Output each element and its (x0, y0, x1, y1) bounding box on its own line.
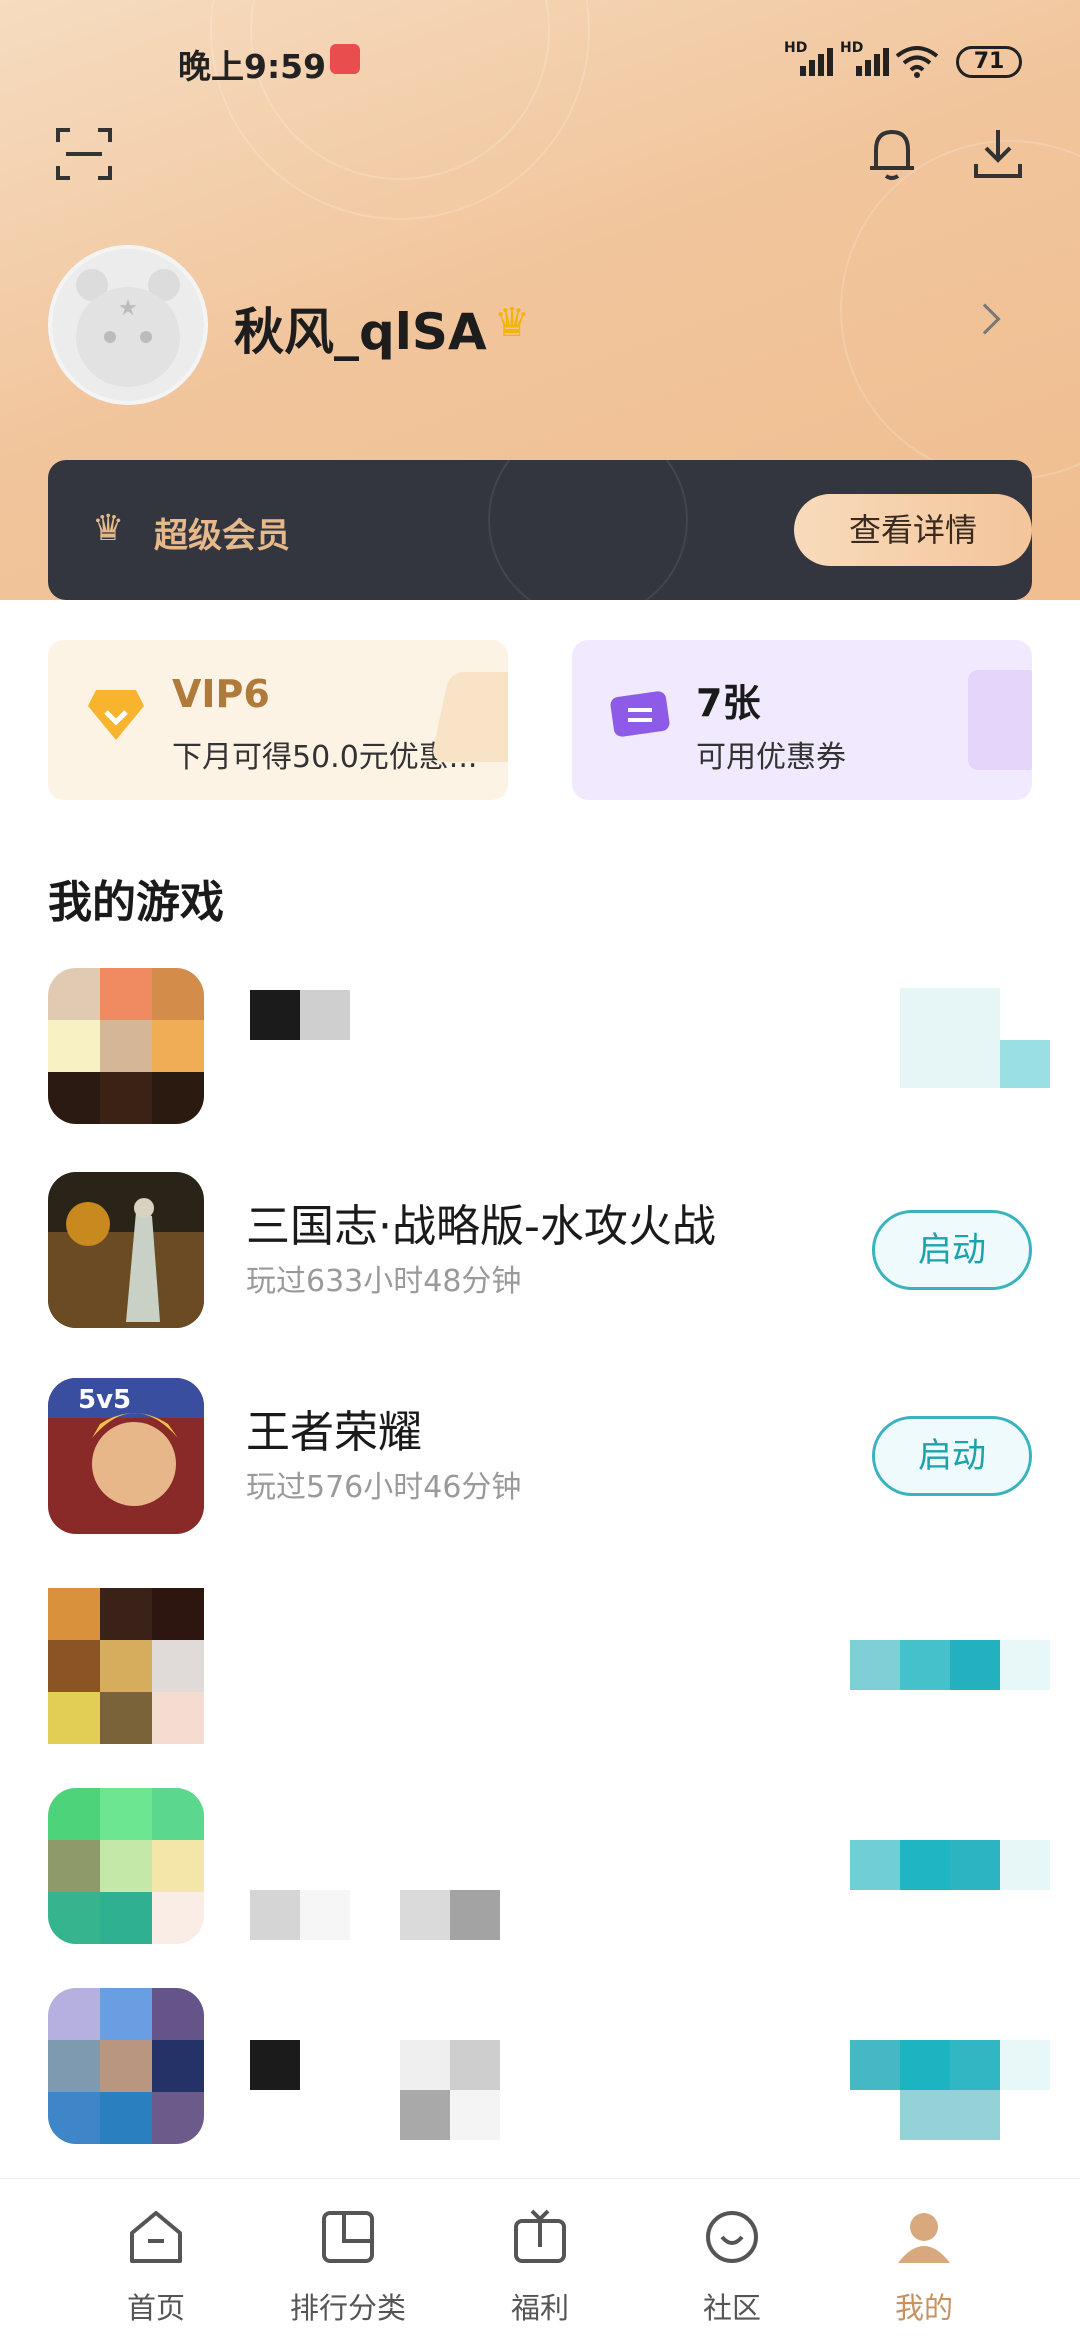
crown-icon: ♛ (494, 300, 530, 346)
game-row[interactable] (48, 1588, 1050, 1746)
decor-ring (840, 140, 1080, 480)
battery-icon: 71 (956, 46, 1022, 78)
section-title: 我的游戏 (48, 877, 224, 928)
pixelated-block (400, 2090, 450, 2140)
game-row[interactable] (48, 1988, 1050, 2146)
pixelated-block (250, 990, 300, 1040)
game-row[interactable] (48, 1788, 1050, 1946)
nav-label-community: 社区 (702, 2291, 761, 2325)
pixelated-block (950, 1840, 1000, 1890)
vip-crown-icon: ♛ (92, 508, 125, 549)
nav-item-ranking[interactable]: 排行分类 (248, 2179, 448, 2341)
pixelated-block (400, 1890, 450, 1940)
profile-header: 晚上9:59 HD HD 71 ★ 秋风_qlSA ♛ ♛ 超级会员 查看详情 (0, 0, 1080, 640)
coupon-subtitle: 可用优惠券 (696, 740, 846, 775)
status-bar: 晚上9:59 HD HD 71 (0, 40, 1080, 90)
coupon-count: 7张 (696, 681, 761, 725)
pixelated-block (900, 2090, 1000, 2140)
pixelated-block (950, 1640, 1000, 1690)
play-time: 玩过633小时48分钟 (246, 1264, 522, 1299)
coupon-card[interactable]: 7张 可用优惠券 (572, 640, 1032, 800)
pixelated-block (450, 2090, 500, 2140)
play-time: 玩过576小时46分钟 (246, 1470, 522, 1505)
bottom-nav: 首页 排行分类 福利 社区 我的 (0, 2178, 1080, 2340)
pixelated-block (450, 2040, 500, 2090)
avatar-bear-icon: ★ (76, 269, 180, 387)
home-icon (130, 2211, 182, 2263)
game-icon[interactable] (48, 968, 204, 1124)
game-icon[interactable]: 5v5 (48, 1378, 204, 1534)
pixelated-block (300, 990, 350, 1040)
svg-text:★: ★ (118, 296, 138, 321)
nav-item-profile[interactable]: 我的 (824, 2179, 1024, 2341)
vip-level-subtitle: 下月可得50.0元优惠... (172, 740, 478, 775)
game-name: 王者荣耀 (246, 1407, 422, 1458)
pixelated-block (1000, 1840, 1050, 1890)
nav-item-community[interactable]: 社区 (632, 2179, 832, 2341)
decor-ring (488, 460, 688, 600)
card-decor (968, 670, 1032, 770)
launch-button[interactable]: 启动 (872, 1416, 1032, 1496)
game-icon[interactable] (48, 1988, 204, 2144)
decor-ring (210, 0, 590, 220)
profile-icon (898, 2213, 950, 2263)
pixelated-block (300, 1890, 350, 1940)
pixelated-block (400, 2040, 450, 2090)
pixelated-block (250, 1890, 300, 1940)
username[interactable]: 秋风_qlSA (234, 292, 487, 364)
gift-icon (514, 2209, 566, 2263)
nav-label-profile: 我的 (894, 2291, 953, 2325)
svg-text:5v5: 5v5 (78, 1385, 131, 1415)
avatar[interactable]: ★ (48, 245, 208, 405)
coupon-icon (610, 691, 670, 737)
nav-label-ranking: 排行分类 (289, 2291, 406, 2325)
pixelated-block (900, 988, 1000, 1088)
pixelated-block (850, 1840, 900, 1890)
vip-title: 超级会员 (154, 516, 290, 556)
game-name: 三国志·战略版-水攻火战 (246, 1201, 716, 1252)
nav-item-gift[interactable]: 福利 (440, 2179, 640, 2341)
pixelated-block (1000, 2040, 1050, 2090)
diamond-icon (88, 690, 144, 740)
signal-1-icon (800, 48, 833, 76)
scan-icon[interactable] (54, 124, 114, 184)
game-row[interactable] (48, 968, 1050, 1126)
status-time: 晚上9:59 (178, 47, 327, 86)
nav-item-home[interactable]: 首页 (56, 2179, 256, 2341)
pixelated-block (1000, 1640, 1050, 1690)
download-icon[interactable] (968, 124, 1028, 184)
nav-label-gift: 福利 (510, 2291, 569, 2325)
notification-app-icon (330, 44, 360, 74)
launch-button[interactable]: 启动 (872, 1210, 1032, 1290)
game-row[interactable]: 三国志·战略版-水攻火战 玩过633小时48分钟 启动 (48, 1172, 1032, 1330)
game-icon[interactable] (48, 1172, 204, 1328)
game-icon[interactable] (48, 1788, 204, 1944)
pixelated-block (450, 1890, 500, 1940)
pixelated-block (900, 1840, 950, 1890)
pixelated-block (1000, 1040, 1050, 1088)
game-icon[interactable] (48, 1588, 204, 1744)
signal-2-icon (856, 48, 889, 76)
vip-level-card[interactable]: VIP6 下月可得50.0元优惠... (48, 640, 508, 800)
community-icon (706, 2211, 758, 2263)
card-decor (430, 672, 508, 762)
pixelated-block (250, 2040, 300, 2090)
nav-label-home: 首页 (126, 2291, 185, 2325)
pixelated-block (900, 2040, 950, 2090)
pixelated-block (900, 1640, 950, 1690)
view-details-button[interactable]: 查看详情 (794, 494, 1032, 566)
vip-banner[interactable]: ♛ 超级会员 查看详情 (48, 460, 1032, 600)
ranking-icon (322, 2211, 374, 2263)
vip-level-title: VIP6 (172, 672, 270, 716)
pixelated-block (850, 2040, 900, 2090)
pixelated-block (850, 1640, 900, 1690)
bell-icon[interactable] (862, 124, 922, 184)
wifi-icon (895, 46, 939, 78)
pixelated-block (950, 2040, 1000, 2090)
game-row[interactable]: 5v5 王者荣耀 玩过576小时46分钟 启动 (48, 1378, 1032, 1536)
